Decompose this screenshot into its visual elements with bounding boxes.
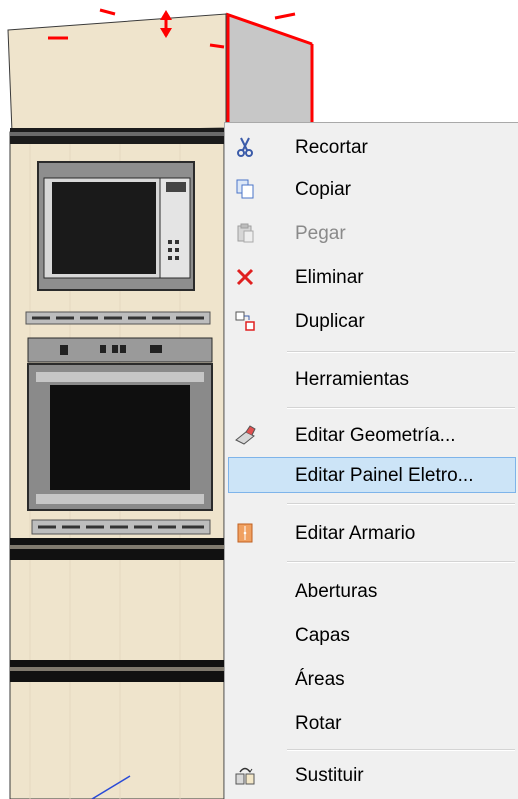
menu-item-sustituir[interactable]: Sustituir	[228, 757, 516, 793]
menu-item-editar-geometria[interactable]: Editar Geometría...	[228, 417, 516, 453]
menu-item-label: Pegar	[295, 223, 346, 244]
cabinet-top-front	[7, 13, 227, 133]
menu-item-label: Áreas	[295, 669, 345, 690]
oven[interactable]	[27, 337, 213, 511]
menu-item-label: Herramientas	[295, 369, 410, 390]
context-menu: Recortar Copiar Pegar Eliminar Duplicar …	[224, 122, 518, 799]
replace-icon	[235, 767, 255, 785]
menu-item-editar-painel-eletro[interactable]: Editar Painel Eletro...	[228, 457, 516, 493]
menu-item-label: Sustituir	[295, 765, 364, 786]
menu-item-label: Editar Armario	[295, 523, 416, 544]
menu-separator	[287, 407, 515, 409]
menu-item-pegar[interactable]: Pegar	[228, 215, 516, 251]
menu-item-editar-armario[interactable]: Editar Armario	[228, 515, 516, 551]
menu-item-label: Eliminar	[295, 267, 364, 288]
delete-icon	[236, 268, 254, 286]
cabinet-icon	[237, 523, 253, 543]
menu-item-label: Capas	[295, 625, 350, 646]
menu-item-label: Copiar	[295, 179, 351, 200]
menu-item-herramientas[interactable]: Herramientas	[228, 361, 516, 397]
eraser-icon	[235, 425, 256, 445]
menu-item-duplicar[interactable]: Duplicar	[228, 303, 516, 339]
menu-item-aberturas[interactable]: Aberturas	[228, 573, 516, 609]
menu-item-label: Recortar	[295, 137, 368, 158]
copy-icon	[236, 179, 254, 199]
menu-item-label: Editar Geometría...	[295, 425, 456, 446]
menu-item-label: Aberturas	[295, 581, 378, 602]
duplicate-icon	[235, 311, 255, 331]
menu-separator	[287, 351, 515, 353]
menu-item-eliminar[interactable]: Eliminar	[228, 259, 516, 295]
microwave[interactable]	[37, 161, 195, 291]
menu-item-label: Duplicar	[295, 311, 365, 332]
cabinet-side-panel	[225, 13, 313, 131]
menu-item-label: Rotar	[295, 713, 342, 734]
paste-icon	[237, 223, 254, 243]
scissors-icon	[237, 137, 253, 157]
menu-item-rotar[interactable]: Rotar	[228, 705, 516, 741]
menu-item-recortar[interactable]: Recortar	[228, 129, 516, 165]
menu-separator	[287, 749, 515, 751]
menu-item-label: Editar Painel Eletro...	[295, 465, 474, 486]
menu-separator	[287, 503, 515, 505]
menu-separator	[287, 561, 515, 563]
menu-item-areas[interactable]: Áreas	[228, 661, 516, 697]
menu-item-copiar[interactable]: Copiar	[228, 171, 516, 207]
menu-item-capas[interactable]: Capas	[228, 617, 516, 653]
